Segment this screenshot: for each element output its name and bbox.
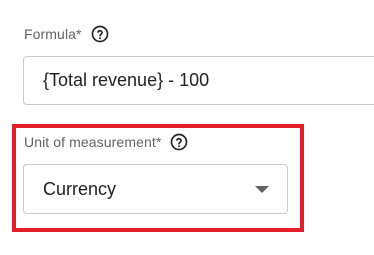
unit-of-measurement-select[interactable]: Currency xyxy=(23,164,288,214)
help-circle-icon xyxy=(91,25,108,43)
unit-label-row: Unit of measurement* xyxy=(24,133,188,151)
formula-input[interactable]: {Total revenue} - 100 xyxy=(23,56,374,105)
unit-selected-value: Currency xyxy=(43,178,117,199)
caret-down-icon xyxy=(255,185,269,193)
help-circle-icon xyxy=(171,133,188,151)
help-icon[interactable] xyxy=(91,25,109,43)
unit-of-measurement-label: Unit of measurement* xyxy=(24,134,162,150)
form-panel: Formula* {Total revenue} - 100 Unit of m… xyxy=(0,0,374,255)
formula-value: {Total revenue} - 100 xyxy=(43,70,210,90)
help-icon[interactable] xyxy=(170,133,188,151)
formula-label: Formula* xyxy=(24,26,82,42)
formula-label-row: Formula* xyxy=(24,25,109,43)
